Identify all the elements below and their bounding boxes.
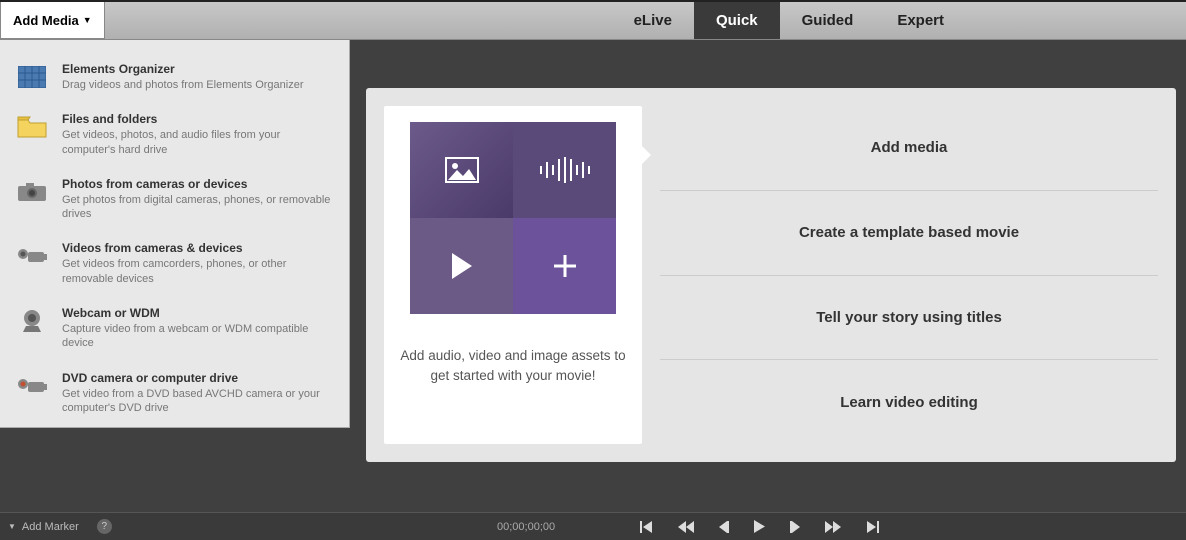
add-marker-button[interactable]: ▼ Add Marker	[8, 521, 79, 533]
camcorder-icon	[16, 243, 48, 269]
tab-quick[interactable]: Quick	[694, 2, 780, 39]
menu-item-elements-organizer[interactable]: Elements Organizer Drag videos and photo…	[0, 54, 349, 104]
step-back-button[interactable]	[718, 521, 730, 533]
menu-title: Webcam or WDM	[62, 306, 333, 320]
menu-item-photos-cameras[interactable]: Photos from cameras or devices Get photo…	[0, 169, 349, 234]
webcam-icon	[16, 308, 48, 334]
add-media-label: Add Media	[13, 13, 79, 28]
menu-item-webcam[interactable]: Webcam or WDM Capture video from a webca…	[0, 298, 349, 363]
add-tile-icon	[513, 218, 616, 314]
help-button[interactable]: ?	[97, 519, 112, 534]
menu-desc: Drag videos and photos from Elements Org…	[62, 78, 333, 92]
option-story-titles[interactable]: Tell your story using titles	[660, 276, 1158, 361]
caret-down-icon: ▼	[83, 15, 92, 25]
menu-desc: Get videos from camcorders, phones, or o…	[62, 257, 333, 286]
timecode-display: 00;00;00;00	[497, 521, 555, 533]
menu-desc: Get videos, photos, and audio files from…	[62, 128, 333, 157]
rewind-button[interactable]	[678, 521, 694, 533]
menu-title: Photos from cameras or devices	[62, 177, 333, 191]
folder-icon	[16, 114, 48, 140]
caret-down-icon: ▼	[8, 522, 16, 531]
image-tile-icon	[410, 122, 513, 218]
add-media-dropdown-button[interactable]: Add Media ▼	[0, 2, 105, 39]
transport-controls	[640, 520, 879, 533]
goto-start-button[interactable]	[640, 521, 654, 533]
grid-icon	[16, 64, 48, 90]
option-learn-editing[interactable]: Learn video editing	[660, 360, 1158, 444]
option-template-movie[interactable]: Create a template based movie	[660, 191, 1158, 276]
play-button[interactable]	[754, 520, 765, 533]
menu-item-videos-cameras[interactable]: Videos from cameras & devices Get videos…	[0, 233, 349, 298]
audio-tile-icon	[513, 122, 616, 218]
menu-title: Files and folders	[62, 112, 333, 126]
add-marker-label: Add Marker	[22, 521, 79, 533]
menu-title: Elements Organizer	[62, 62, 333, 76]
camera-icon	[16, 179, 48, 205]
menu-desc: Get video from a DVD based AVCHD camera …	[62, 387, 333, 416]
workspace-tabs: eLive Quick Guided Expert	[612, 2, 1186, 39]
menu-title: DVD camera or computer drive	[62, 371, 333, 385]
menu-desc: Get photos from digital cameras, phones,…	[62, 193, 333, 222]
tab-expert[interactable]: Expert	[875, 2, 966, 39]
main-content: Add audio, video and image assets to get…	[350, 40, 1186, 512]
bottom-toolbar: ▼ Add Marker ? 00;00;00;00	[0, 512, 1186, 540]
menu-title: Videos from cameras & devices	[62, 241, 333, 255]
goto-end-button[interactable]	[865, 521, 879, 533]
menu-item-dvd-camera[interactable]: DVD camera or computer drive Get video f…	[0, 363, 349, 428]
menu-desc: Capture video from a webcam or WDM compa…	[62, 322, 333, 351]
card-caption: Add audio, video and image assets to get…	[400, 346, 626, 385]
add-media-card: Add audio, video and image assets to get…	[384, 106, 642, 444]
step-forward-button[interactable]	[789, 521, 801, 533]
add-media-dropdown-panel: Elements Organizer Drag videos and photo…	[0, 40, 350, 428]
dvd-camcorder-icon	[16, 373, 48, 399]
tab-guided[interactable]: Guided	[780, 2, 876, 39]
welcome-panel: Add audio, video and image assets to get…	[366, 88, 1176, 462]
option-add-media[interactable]: Add media	[660, 106, 1158, 191]
top-toolbar: Add Media ▼ eLive Quick Guided Expert	[0, 0, 1186, 40]
media-tiles-graphic	[410, 122, 616, 314]
welcome-options: Add media Create a template based movie …	[660, 106, 1158, 444]
fast-forward-button[interactable]	[825, 521, 841, 533]
video-tile-icon	[410, 218, 513, 314]
menu-item-files-folders[interactable]: Files and folders Get videos, photos, an…	[0, 104, 349, 169]
tab-elive[interactable]: eLive	[612, 2, 694, 39]
